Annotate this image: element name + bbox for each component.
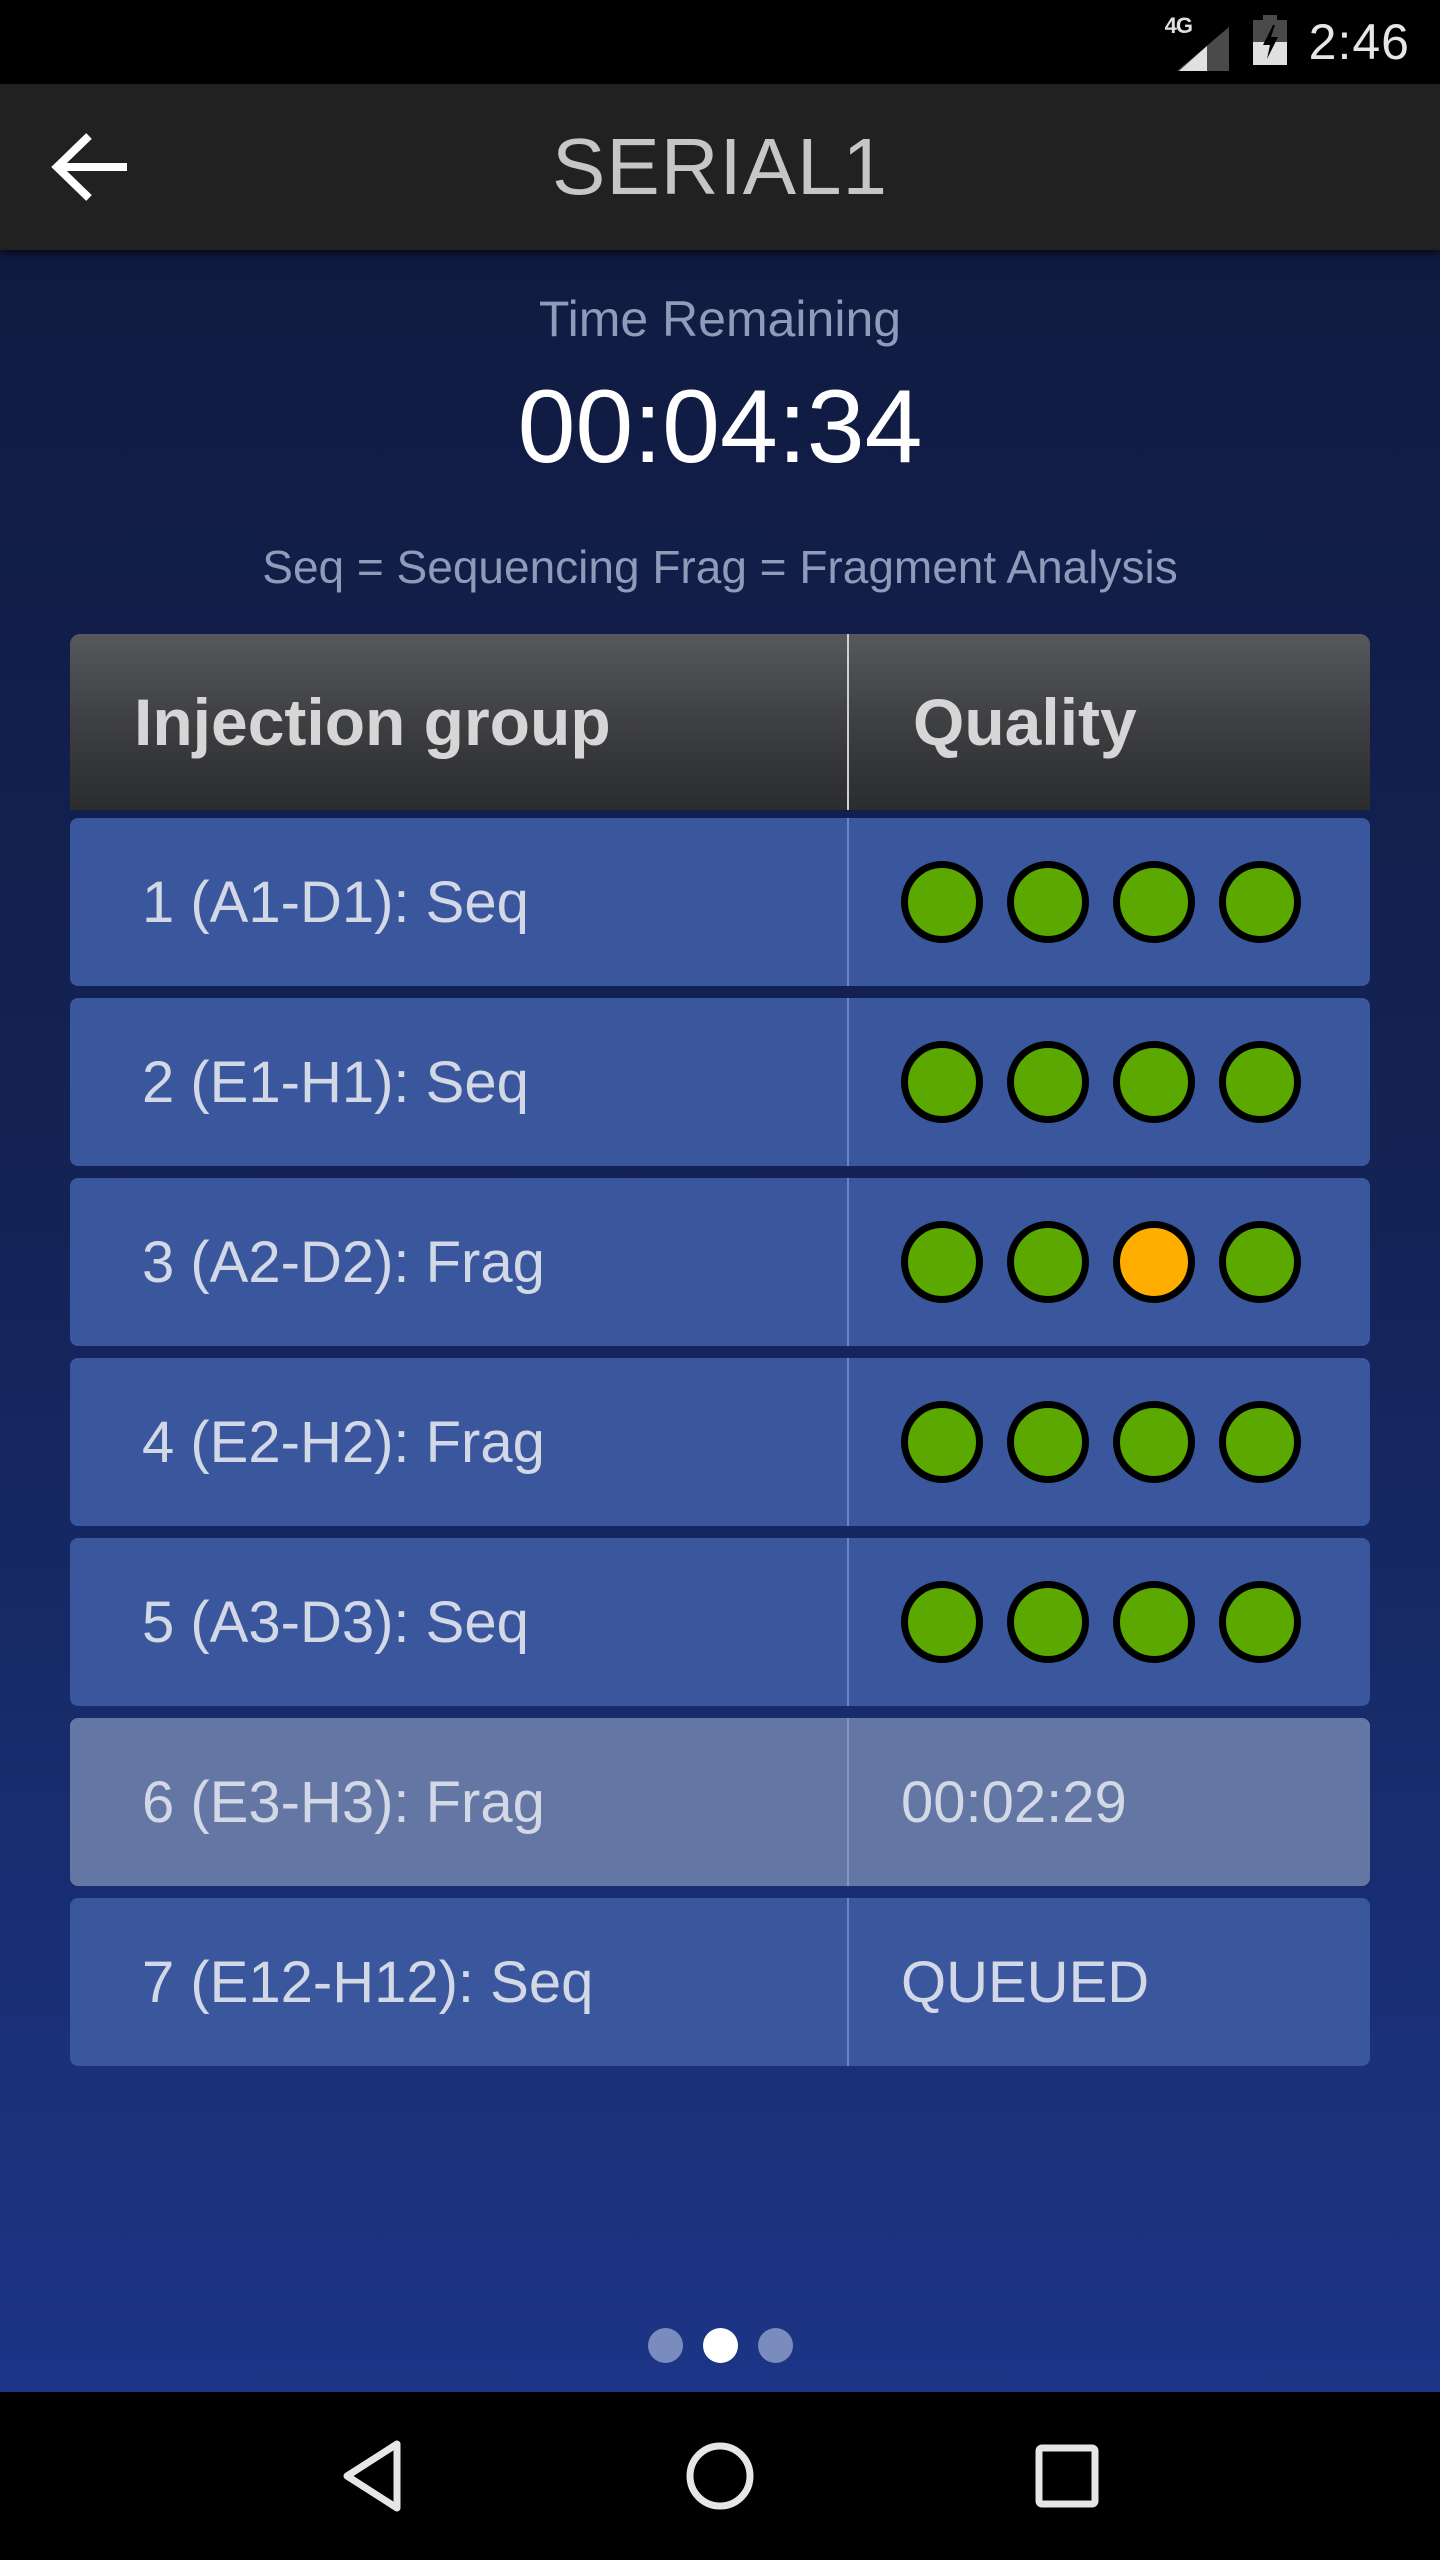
- quality-good-indicator-icon: [1113, 1041, 1195, 1123]
- table-row[interactable]: 5 (A3-D3): Seq: [70, 1538, 1370, 1706]
- time-remaining-label: Time Remaining: [538, 291, 902, 347]
- quality-good-indicator-icon: [901, 1581, 983, 1663]
- quality-good-indicator-icon: [901, 1221, 983, 1303]
- recents-square-icon: [1035, 2444, 1099, 2508]
- status-bar: 4G 2:46: [0, 0, 1440, 84]
- home-circle-icon: [686, 2442, 754, 2510]
- row-status-text: QUEUED: [901, 1949, 1150, 2015]
- quality-good-indicator-icon: [1007, 1041, 1089, 1123]
- injection-group-cell: 4 (E2-H2): Frag: [70, 1358, 849, 1526]
- quality-good-indicator-icon: [1219, 861, 1301, 943]
- quality-good-indicator-icon: [1219, 1401, 1301, 1483]
- page-dot-3[interactable]: [757, 2328, 793, 2363]
- table-row[interactable]: 1 (A1-D1): Seq: [70, 818, 1370, 986]
- table-row[interactable]: 4 (E2-H2): Frag: [70, 1358, 1370, 1526]
- quality-cell: [849, 1538, 1370, 1706]
- nav-back-button[interactable]: [313, 2416, 433, 2536]
- table-row[interactable]: 6 (E3-H3): Frag 00:02:29: [70, 1718, 1370, 1886]
- injection-group-cell: 7 (E12-H12): Seq: [70, 1898, 849, 2066]
- status-time: 2:46: [1308, 14, 1410, 70]
- quality-good-indicator-icon: [1007, 1401, 1089, 1483]
- quality-cell: [849, 998, 1370, 1166]
- injection-group-cell: 3 (A2-D2): Frag: [70, 1178, 849, 1346]
- quality-cell: [849, 1358, 1370, 1526]
- column-header-injection-group: Injection group: [70, 634, 849, 810]
- nav-home-button[interactable]: [660, 2416, 780, 2536]
- quality-good-indicator-icon: [1007, 861, 1089, 943]
- table-row[interactable]: 7 (E12-H12): Seq QUEUED: [70, 1898, 1370, 2066]
- quality-cell: [849, 1178, 1370, 1346]
- quality-cell: QUEUED: [849, 1898, 1370, 2066]
- page-title: SERIAL1: [551, 122, 889, 211]
- quality-good-indicator-icon: [1007, 1581, 1089, 1663]
- row-status-text: 00:02:29: [901, 1769, 1127, 1835]
- column-header-quality: Quality: [913, 685, 1137, 759]
- quality-good-indicator-icon: [1219, 1581, 1301, 1663]
- page-indicator: [0, 2328, 1440, 2363]
- battery-charging-icon: [1252, 14, 1287, 70]
- time-remaining-value: 00:04:34: [517, 369, 923, 485]
- system-nav-bar: [0, 2392, 1440, 2560]
- back-triangle-icon: [343, 2440, 401, 2512]
- injection-group-cell: 1 (A1-D1): Seq: [70, 818, 849, 986]
- table-header: Injection group Quality: [70, 634, 1370, 810]
- page-dot-1[interactable]: [647, 2328, 683, 2363]
- quality-good-indicator-icon: [1219, 1041, 1301, 1123]
- injection-group-cell: 5 (A3-D3): Seq: [70, 1538, 849, 1706]
- quality-good-indicator-icon: [1113, 1581, 1195, 1663]
- quality-cell: 00:02:29: [849, 1718, 1370, 1886]
- quality-good-indicator-icon: [901, 1041, 983, 1123]
- main-content: Time Remaining 00:04:34 Seq = Sequencing…: [0, 250, 1440, 2392]
- quality-good-indicator-icon: [1219, 1221, 1301, 1303]
- quality-good-indicator-icon: [1113, 1401, 1195, 1483]
- signal-icon: 4G: [1165, 13, 1231, 71]
- quality-cell: [849, 818, 1370, 986]
- quality-good-indicator-icon: [1007, 1221, 1089, 1303]
- app-bar: SERIAL1: [0, 84, 1440, 250]
- table-row[interactable]: 3 (A2-D2): Frag: [70, 1178, 1370, 1346]
- abbreviation-legend: Seq = Sequencing Frag = Fragment Analysi…: [262, 541, 1178, 593]
- injection-table: Injection group Quality 1 (A1-D1): Seq 2 …: [70, 634, 1370, 2066]
- nav-recents-button[interactable]: [1007, 2416, 1127, 2536]
- quality-warning-indicator-icon: [1113, 1221, 1195, 1303]
- quality-good-indicator-icon: [901, 1401, 983, 1483]
- quality-good-indicator-icon: [1113, 861, 1195, 943]
- injection-group-cell: 2 (E1-H1): Seq: [70, 998, 849, 1166]
- page-dot-2[interactable]: [702, 2328, 738, 2363]
- table-row[interactable]: 2 (E1-H1): Seq: [70, 998, 1370, 1166]
- injection-group-cell: 6 (E3-H3): Frag: [70, 1718, 849, 1886]
- quality-good-indicator-icon: [901, 861, 983, 943]
